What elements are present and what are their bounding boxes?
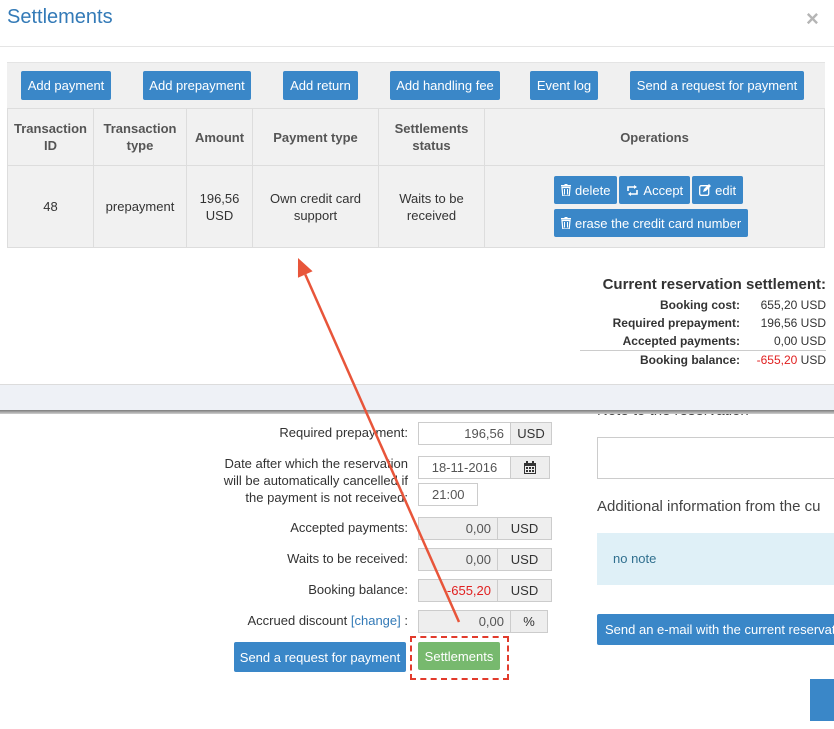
annotation-arrow bbox=[297, 258, 461, 623]
